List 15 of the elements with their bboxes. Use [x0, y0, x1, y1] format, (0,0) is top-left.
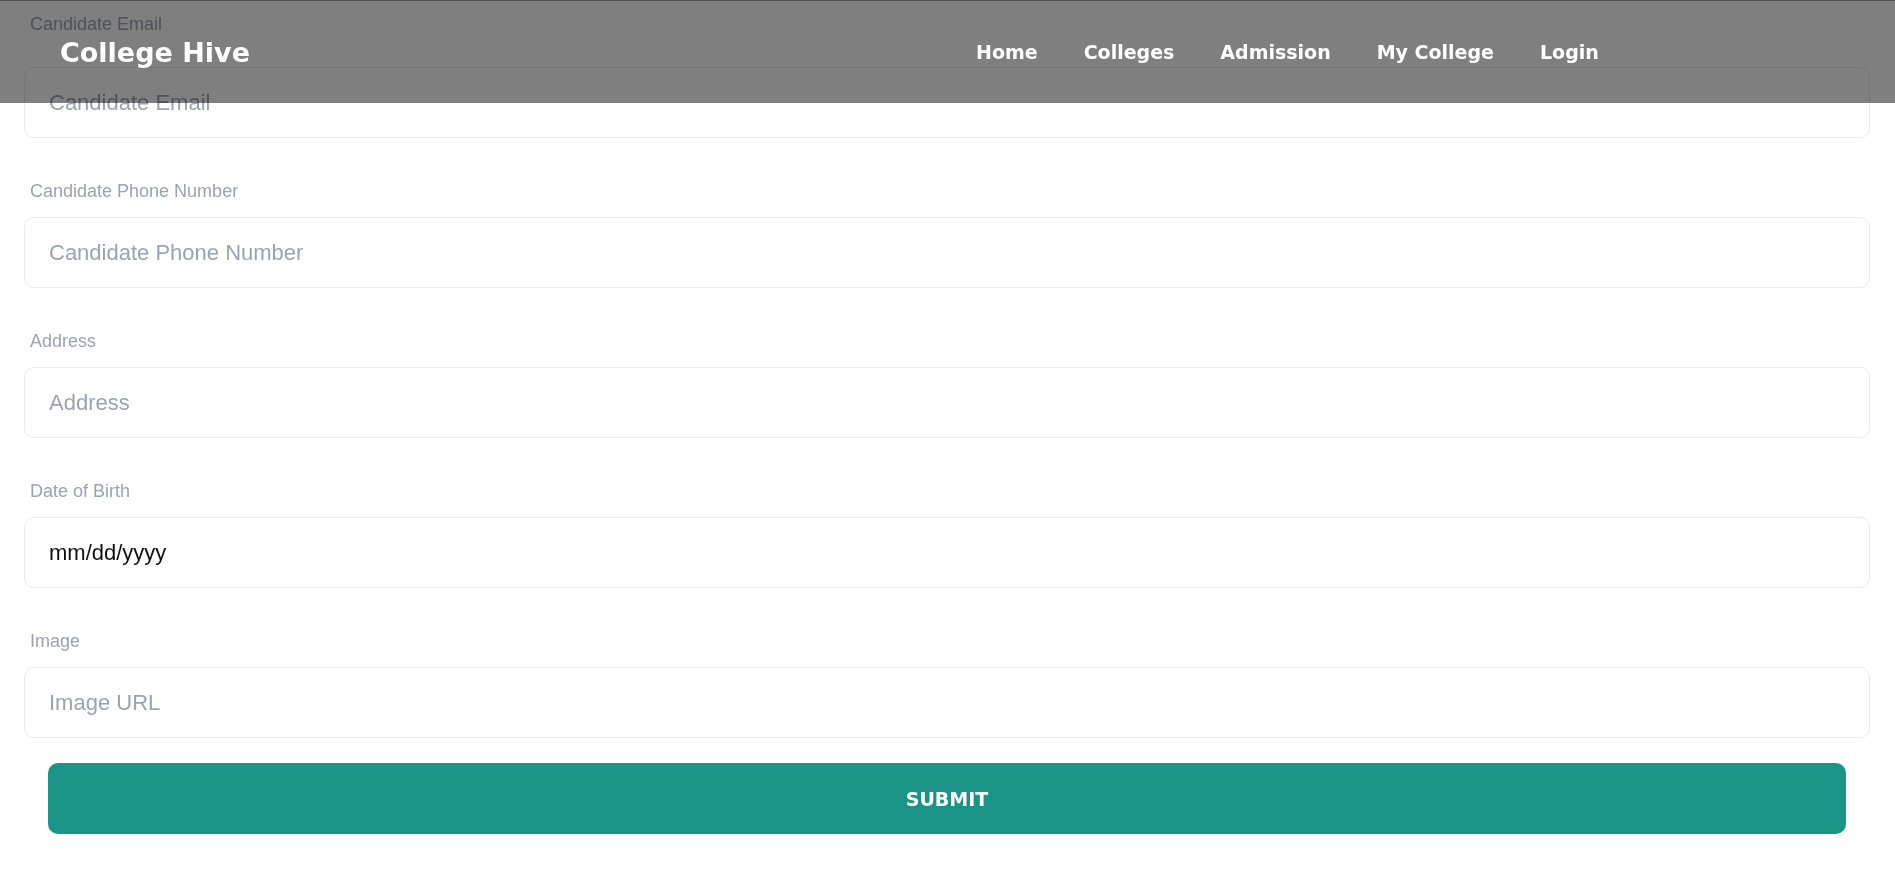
field-label: Candidate Phone Number [29, 180, 239, 203]
input-field[interactable]: Candidate Phone Number [24, 217, 1870, 288]
nav-link[interactable]: Colleges [1083, 41, 1175, 63]
input-field[interactable]: Image URL [24, 667, 1870, 738]
nav-link[interactable]: Home [976, 41, 1038, 63]
nav-link[interactable]: My College [1376, 41, 1494, 63]
input-field[interactable]: Address [24, 367, 1870, 438]
field-label: Image [29, 630, 81, 653]
input-field[interactable]: mm/dd/yyyy [24, 517, 1870, 588]
logo-text[interactable]: College Hive [60, 39, 250, 66]
field-label: Date of Birth [29, 480, 131, 503]
submit-button[interactable]: SUBMIT [48, 763, 1846, 834]
field-label: Address [29, 330, 97, 353]
nav-link[interactable]: Login [1540, 41, 1599, 63]
nav-link[interactable]: Admission [1220, 41, 1331, 63]
